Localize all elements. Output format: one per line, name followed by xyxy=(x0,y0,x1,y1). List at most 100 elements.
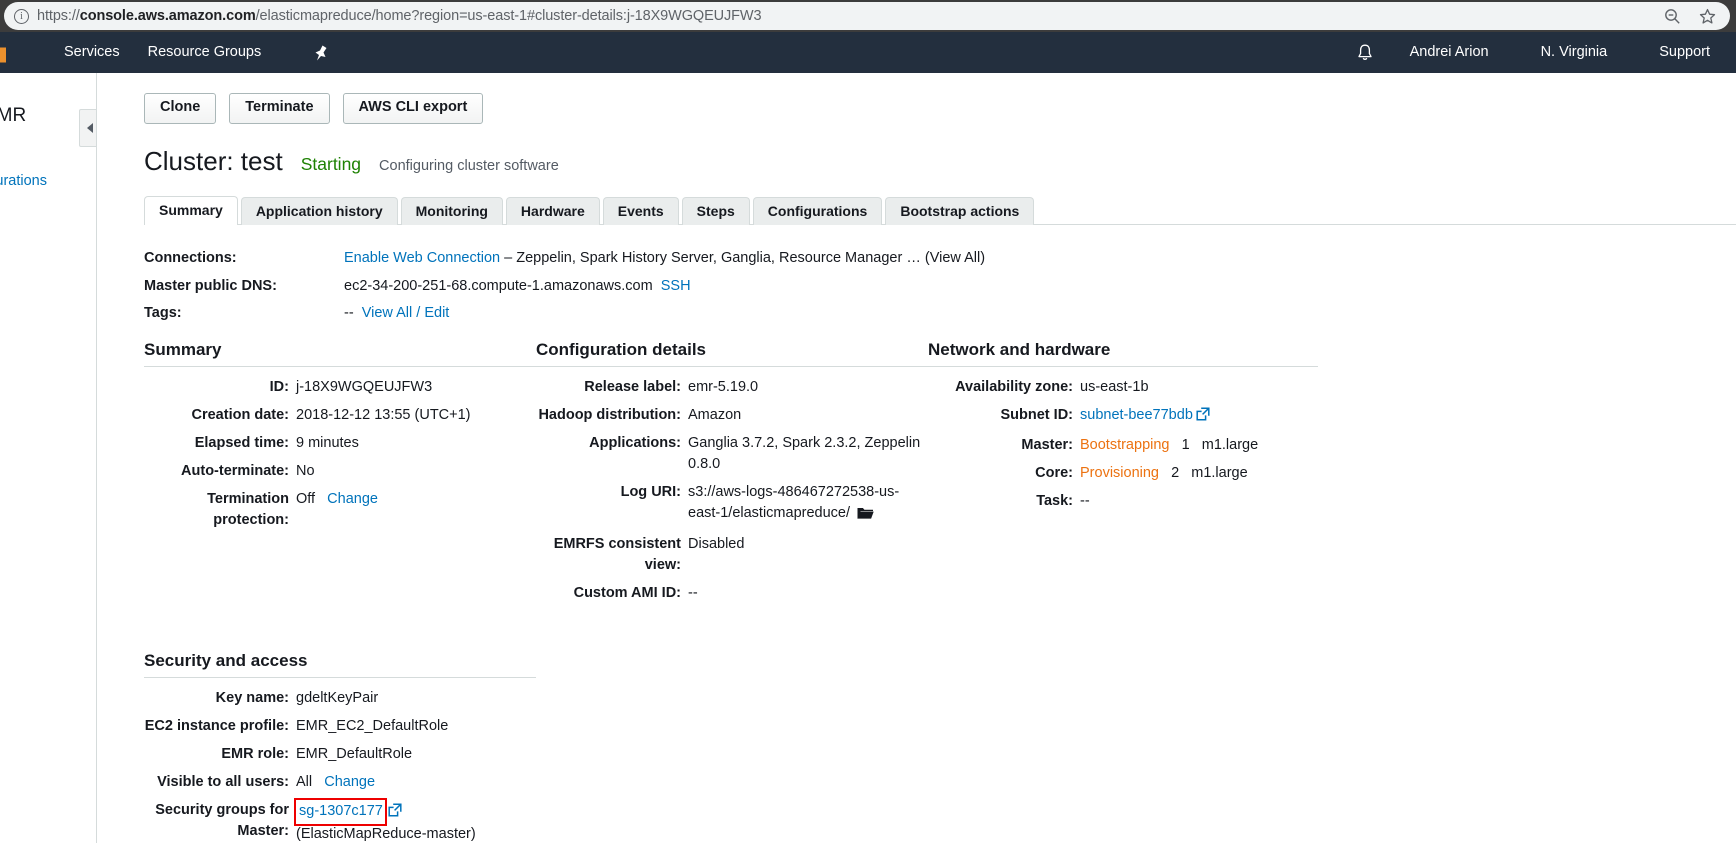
terminate-button[interactable]: Terminate xyxy=(229,93,330,124)
network-hardware-panel: Network and hardware Availability zone: … xyxy=(928,340,1318,611)
tab-bootstrap-actions[interactable]: Bootstrap actions xyxy=(885,196,1035,225)
summary-row-termination-protection: Termination protection: Off Change xyxy=(144,489,536,531)
clone-button[interactable]: Clone xyxy=(144,93,217,124)
summary-creation-date-label: Creation date: xyxy=(191,406,290,423)
config-row-custom-ami-id: Custom AMI ID: -- xyxy=(536,583,928,604)
security-row-visible-to-all-users: Visible to all users: All Change xyxy=(144,772,536,793)
config-log-uri-label: Log URI: xyxy=(620,483,681,500)
url-host: console.aws.amazon.com xyxy=(79,8,256,24)
tags-value: -- View All / Edit xyxy=(344,304,449,324)
config-custom-ami-value: -- xyxy=(688,584,698,601)
collapse-sidebar-arrow-icon[interactable] xyxy=(79,109,96,147)
nav-user-menu[interactable]: Andrei Arion xyxy=(1384,32,1515,73)
network-task-value: -- xyxy=(1080,492,1090,509)
summary-termination-protection-label: Termination protection: xyxy=(207,490,289,528)
security-emr-role-label: EMR role: xyxy=(221,745,289,762)
security-key-name-value: gdeltKeyPair xyxy=(296,689,379,706)
nav-right-group: Andrei Arion N. Virginia Support xyxy=(1346,32,1736,73)
config-row-log-uri: Log URI: s3://aws-logs-486467272538-us-e… xyxy=(536,482,928,527)
master-dns-row: Master public DNS: ec2-34-200-251-68.com… xyxy=(144,277,1736,297)
detail-panels: Summary ID: j-18X9WGQEUJFW3 Creation dat… xyxy=(144,340,1736,611)
tags-label: Tags: xyxy=(144,305,182,322)
security-row-emr-role: EMR role: EMR_DefaultRole xyxy=(144,744,536,765)
termination-protection-change-link[interactable]: Change xyxy=(327,491,378,507)
network-core-value: Provisioning 2 m1.large xyxy=(1080,463,1248,484)
network-row-subnet-id: Subnet ID: subnet-bee77bdb xyxy=(928,405,1318,428)
connections-view-all-text[interactable]: (View All) xyxy=(925,250,985,266)
summary-id-value: j-18X9WGQEUJFW3 xyxy=(296,378,433,395)
network-core-label: Core: xyxy=(1035,464,1073,481)
browser-chrome: i https://console.aws.amazon.com/elastic… xyxy=(0,0,1736,32)
network-master-label: Master: xyxy=(1021,436,1073,453)
security-row-key-name: Key name: gdeltKeyPair xyxy=(144,688,536,709)
bookmark-star-icon[interactable] xyxy=(1699,8,1716,25)
master-instance-count: 1 xyxy=(1181,436,1190,453)
security-visible-users-value: All Change xyxy=(296,772,375,793)
nav-services[interactable]: Services xyxy=(50,32,134,73)
summary-termination-protection-state: Off xyxy=(296,490,316,507)
configuration-panel-heading: Configuration details xyxy=(536,340,928,367)
summary-row-auto-terminate: Auto-terminate: No xyxy=(144,461,536,482)
network-master-value: Bootstrapping 1 m1.large xyxy=(1080,435,1258,456)
security-row-ec2-instance-profile: EC2 instance profile: EMR_EC2_DefaultRol… xyxy=(144,716,536,737)
security-ec2-profile-value: EMR_EC2_DefaultRole xyxy=(296,717,449,734)
network-az-value: us-east-1b xyxy=(1080,378,1149,395)
subnet-id-link[interactable]: subnet-bee77bdb xyxy=(1080,407,1193,423)
tags-placeholder-text: -- xyxy=(344,305,354,322)
security-sg-master-value: sg-1307c177 (ElasticMapReduce-master) xyxy=(294,797,536,843)
pin-icon[interactable] xyxy=(313,44,329,62)
network-task-label: Task: xyxy=(1036,492,1073,509)
zoom-out-icon[interactable] xyxy=(1664,8,1681,25)
external-link-icon[interactable] xyxy=(388,803,402,824)
sg-master-highlight-box: sg-1307c177 xyxy=(294,797,387,826)
summary-row-id: ID: j-18X9WGQEUJFW3 xyxy=(144,377,536,398)
tab-application-history[interactable]: Application history xyxy=(240,196,398,225)
config-emrfs-value: Disabled xyxy=(688,535,745,552)
url-text: https://console.aws.amazon.com/elasticma… xyxy=(37,8,1656,24)
notifications-bell-icon[interactable] xyxy=(1346,43,1384,63)
enable-web-connection-link[interactable]: Enable Web Connection xyxy=(344,250,500,266)
nav-region-menu[interactable]: N. Virginia xyxy=(1515,32,1634,73)
core-status-text: Provisioning xyxy=(1080,464,1159,481)
site-info-icon[interactable]: i xyxy=(14,8,29,24)
cluster-actions-toolbar: Clone Terminate AWS CLI export xyxy=(144,93,1736,124)
network-row-availability-zone: Availability zone: us-east-1b xyxy=(928,377,1318,398)
security-visible-users-state: All xyxy=(296,773,313,790)
url-path: /elasticmapreduce/home?region=us-east-1#… xyxy=(255,8,762,24)
external-link-icon[interactable] xyxy=(1196,407,1210,428)
summary-termination-protection-value: Off Change xyxy=(296,489,378,531)
network-row-task: Task: -- xyxy=(928,491,1318,512)
security-visible-users-label: Visible to all users: xyxy=(157,773,289,790)
url-bar[interactable]: i https://console.aws.amazon.com/elastic… xyxy=(4,2,1730,30)
folder-icon[interactable] xyxy=(857,506,874,527)
ssh-link[interactable]: SSH xyxy=(661,278,691,294)
aws-cli-export-button[interactable]: AWS CLI export xyxy=(342,93,484,124)
visible-to-all-users-change-link[interactable]: Change xyxy=(324,774,375,790)
aws-logo-icon[interactable] xyxy=(0,32,6,73)
sg-master-suffix-text: (ElasticMapReduce-master) xyxy=(296,825,476,842)
master-dns-text: ec2-34-200-251-68.compute-1.amazonaws.co… xyxy=(344,277,653,294)
sidebar-item-configurations[interactable]: nfigurations xyxy=(0,173,96,189)
tab-configurations[interactable]: Configurations xyxy=(752,196,883,225)
summary-id-label: ID: xyxy=(269,378,289,395)
config-hadoop-distribution-value: Amazon xyxy=(688,406,742,423)
sidebar-item-truncated[interactable]: s xyxy=(0,198,96,214)
tab-monitoring[interactable]: Monitoring xyxy=(400,196,503,225)
summary-creation-date-value: 2018-12-12 13:55 (UTC+1) xyxy=(296,406,471,423)
sg-master-link[interactable]: sg-1307c177 xyxy=(299,803,383,819)
tab-events[interactable]: Events xyxy=(602,196,679,225)
config-applications-value: Ganglia 3.7.2, Spark 2.3.2, Zeppelin 0.8… xyxy=(688,434,921,472)
tab-steps[interactable]: Steps xyxy=(681,196,750,225)
tab-summary[interactable]: Summary xyxy=(144,195,238,225)
tab-hardware[interactable]: Hardware xyxy=(505,196,600,225)
network-row-master: Master: Bootstrapping 1 m1.large xyxy=(928,435,1318,456)
security-panel-heading: Security and access xyxy=(144,651,536,678)
tags-view-all-edit-link[interactable]: View All / Edit xyxy=(362,305,450,321)
network-subnet-value: subnet-bee77bdb xyxy=(1080,405,1210,428)
nav-resource-groups[interactable]: Resource Groups xyxy=(134,32,276,73)
summary-auto-terminate-label: Auto-terminate: xyxy=(181,462,289,479)
aws-top-navigation: Services Resource Groups Andrei Arion N.… xyxy=(0,32,1736,73)
security-key-name-label: Key name: xyxy=(215,689,289,706)
config-log-uri-value: s3://aws-logs-486467272538-us-east-1/ela… xyxy=(688,482,928,527)
nav-support-menu[interactable]: Support xyxy=(1633,32,1736,73)
